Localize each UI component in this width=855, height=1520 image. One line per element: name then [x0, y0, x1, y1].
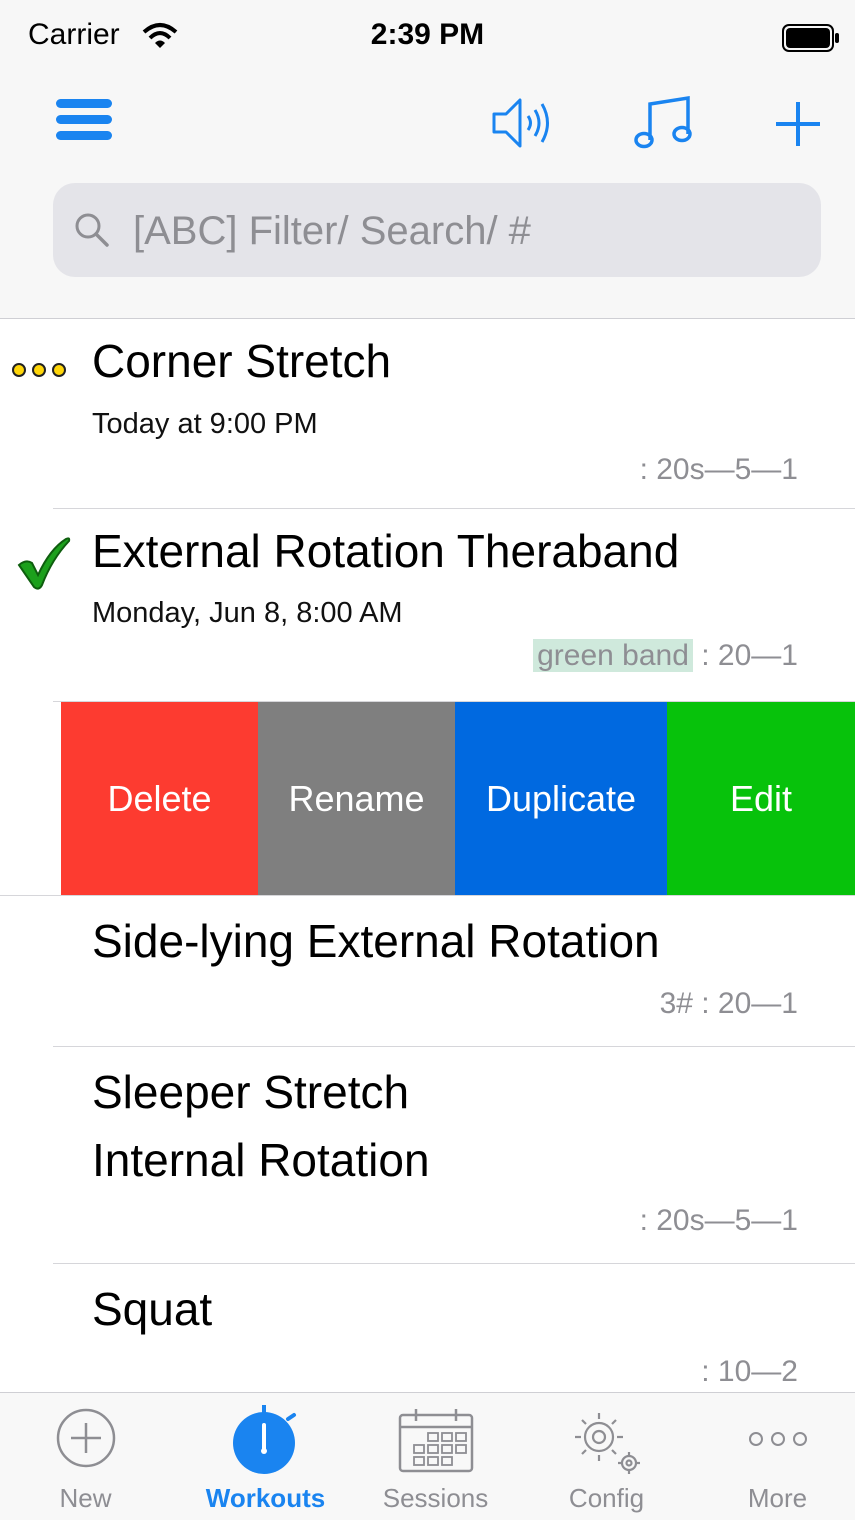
stopwatch-icon [180, 1403, 351, 1475]
search-field[interactable] [53, 183, 821, 279]
row-tag: green band [533, 639, 693, 672]
battery-icon [782, 24, 842, 57]
list-item[interactable]: Corner Stretch Today at 9:00 PM : 20s—5—… [0, 320, 855, 508]
tab-more[interactable]: More [692, 1393, 855, 1520]
row-meta: 3# : 20—1 [659, 987, 798, 1020]
row-title: Squat [92, 1283, 213, 1335]
list-item[interactable]: Squat : 10—2 [0, 1264, 855, 1392]
row-title: Corner Stretch [92, 335, 392, 387]
tab-workouts[interactable]: Workouts [180, 1393, 351, 1520]
tab-label: New [59, 1483, 112, 1513]
calendar-icon [350, 1407, 521, 1473]
rename-button[interactable]: Rename [258, 702, 455, 895]
tab-label: More [747, 1483, 808, 1513]
edit-button[interactable]: Edit [667, 702, 855, 895]
more-dots-icon [692, 1431, 855, 1447]
row-title: Side-lying External Rotation [92, 915, 660, 967]
list-item[interactable]: External Rotation Theraband Monday, Jun … [0, 509, 855, 701]
row-title-line1: Sleeper Stretch [92, 1066, 410, 1118]
gears-icon [521, 1407, 692, 1479]
tab-config[interactable]: Config [521, 1393, 692, 1520]
row-meta: : 10—2 [701, 1355, 798, 1388]
duplicate-button[interactable]: Duplicate [455, 702, 667, 895]
tab-label: Sessions [382, 1483, 489, 1513]
row-meta: : 20s—5—1 [639, 453, 798, 486]
speaker-icon[interactable] [490, 94, 556, 157]
row-subtitle: Today at 9:00 PM [92, 408, 318, 440]
tab-new[interactable]: New [0, 1393, 171, 1520]
tab-bar: New Workouts Sessions Config More [0, 1392, 855, 1520]
row-title: External Rotation Theraband [92, 525, 680, 577]
music-note-icon[interactable] [634, 94, 696, 157]
checkmark-green-icon [16, 537, 72, 596]
search-input[interactable] [131, 183, 805, 279]
list-item[interactable]: Sleeper Stretch Internal Rotation : 20s—… [0, 1047, 855, 1263]
row-title-line2: Internal Rotation [92, 1134, 430, 1186]
status-time: 2:39 PM [370, 18, 485, 51]
row-subtitle: Monday, Jun 8, 8:00 AM [92, 597, 403, 629]
hamburger-icon[interactable] [56, 97, 112, 148]
tab-sessions[interactable]: Sessions [350, 1393, 521, 1520]
search-icon [73, 211, 113, 256]
row-meta-line: green band : 20—1 [533, 639, 798, 673]
row-meta: : 20s—5—1 [639, 1204, 798, 1237]
ellipsis-yellow-icon [10, 360, 68, 385]
tab-label: Workouts [205, 1483, 326, 1513]
plus-icon[interactable] [774, 100, 822, 153]
delete-button[interactable]: Delete [61, 702, 258, 895]
tab-label: Config [568, 1483, 645, 1513]
row-meta: : 20—1 [701, 639, 798, 672]
plus-circle-icon [0, 1407, 171, 1469]
list-item[interactable]: Side-lying External Rotation 3# : 20—1 [0, 896, 855, 1046]
